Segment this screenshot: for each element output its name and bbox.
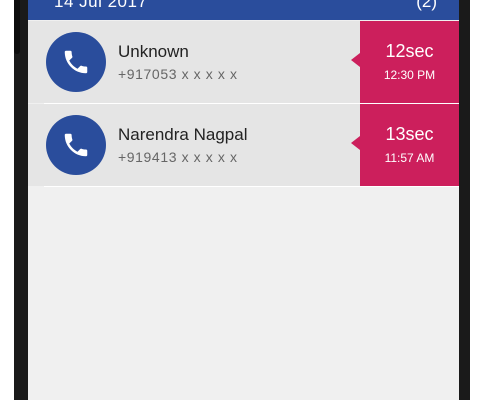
header-call-count: (2) — [416, 0, 437, 11]
caller-name: Narendra Nagpal — [118, 125, 248, 144]
caller-number: +917053 x x x x x — [118, 66, 238, 82]
device-right-bezel — [459, 0, 470, 400]
device-side-button — [14, 0, 20, 54]
call-log-item[interactable]: Unknown +917053 x x x x x 12sec 12:30 PM — [28, 21, 459, 103]
call-duration-panel: 12sec 12:30 PM — [351, 21, 459, 103]
device-left-bezel — [14, 0, 28, 400]
call-time: 12:30 PM — [383, 68, 436, 82]
phone-icon — [46, 115, 106, 175]
call-log-item[interactable]: Narendra Nagpal +919413 x x x x x 13sec … — [28, 104, 459, 186]
header-date: 14 Jul 2017 — [54, 0, 148, 11]
app-screen: 14 Jul 2017 (2) Unknown +917053 x x x x … — [28, 0, 459, 400]
caller-name: Unknown — [118, 42, 189, 61]
call-time: 11:57 AM — [384, 151, 435, 165]
call-duration: 13sec — [385, 124, 434, 144]
row-divider — [44, 186, 459, 187]
call-duration: 12sec — [385, 41, 434, 61]
date-header: 14 Jul 2017 (2) — [28, 0, 459, 20]
caller-number: +919413 x x x x x — [118, 149, 238, 165]
phone-glyph — [64, 50, 88, 74]
phone-glyph — [64, 133, 88, 157]
call-duration-panel: 13sec 11:57 AM — [351, 104, 459, 186]
phone-icon — [46, 32, 106, 92]
